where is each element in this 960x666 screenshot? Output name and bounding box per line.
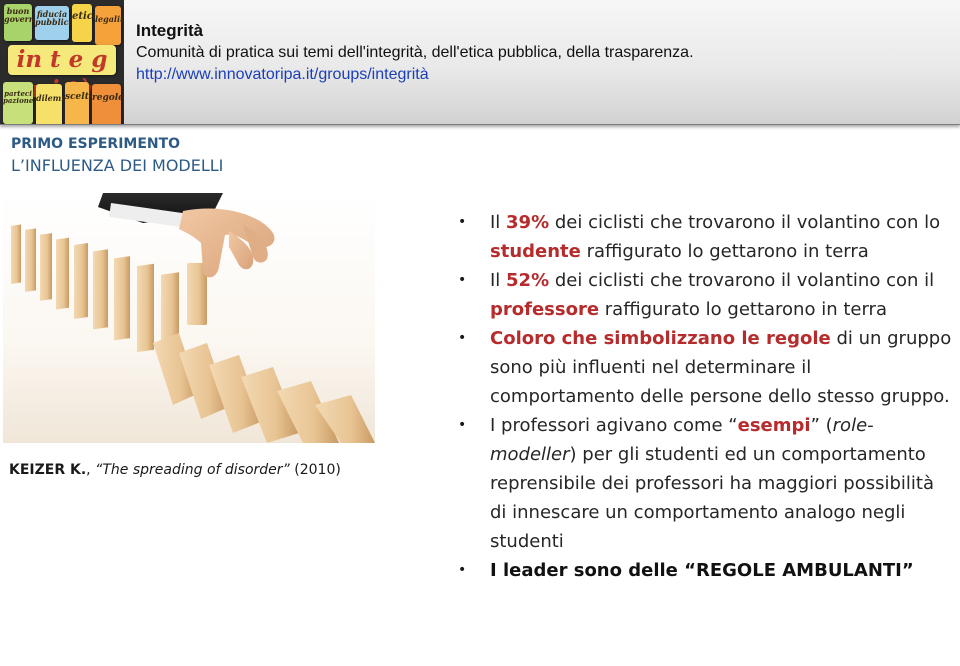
bullet-marker: • [458,330,467,346]
logo-note-legalita: legalità [95,6,124,45]
integrita-logo: buon governo fiducia pubblica etica legali… [0,0,124,124]
community-info: Integrità Comunità di pratica sui temi d… [136,20,694,86]
citation: KEIZER K., “The spreading of disorder” (… [9,462,341,478]
bullet-marker: • [458,417,467,433]
logo-note-regole: regole [92,84,124,124]
citation-author: KEIZER K. [9,462,87,478]
finding-rule-symbols: • Coloro che simbolizzano le regole di u… [456,324,952,411]
logo-note-fiducia: fiducia pubblica [35,6,74,40]
finding-professor: • Il 52% dei ciclisti che trovarono il v… [456,266,952,324]
finding-student: • Il 39% dei ciclisti che trovarono il v… [456,208,952,266]
logo-note-integrita: in t e g r i tà [8,45,116,103]
dominoes-illustration [11,193,375,443]
dominoes-photo [3,193,375,443]
logo-note-dilemma: dilemma [36,84,75,124]
finding-leaders: • I leader sono delle “REGOLE AMBULANTI” [456,556,952,585]
section-title: L’INFLUENZA DEI MODELLI [11,156,224,175]
logo-note-etica: etica [72,4,99,42]
citation-year: (2010) [294,462,341,478]
citation-separator: , [86,462,91,478]
finding-role-models: • I professori agivano come “esempi” (ro… [456,411,952,556]
bullet-marker: • [458,214,467,230]
community-link[interactable]: http://www.innovatoripa.it/groups/integr… [136,64,694,86]
logo-note-buongoverno: buon governo [4,4,40,41]
section-kicker: PRIMO ESPERIMENTO [11,136,181,152]
bullet-marker: • [458,562,467,578]
community-description: Comunità di pratica sui temi dell'integr… [136,44,694,61]
header-banner: buon governo fiducia pubblica etica legali… [0,0,960,125]
citation-work: “The spreading of disorder” [95,462,290,478]
fallen-dominoes [153,333,375,443]
logo-note-scelta: scelta [65,82,95,124]
section-heading: PRIMO ESPERIMENTO L’INFLUENZA DEI MODELL… [11,134,223,178]
findings-list: • Il 39% dei ciclisti che trovarono il v… [456,208,952,585]
logo-note-partecipazione: parteci pazione [3,82,33,124]
community-title: Integrità [136,21,204,40]
bullet-marker: • [458,272,467,288]
